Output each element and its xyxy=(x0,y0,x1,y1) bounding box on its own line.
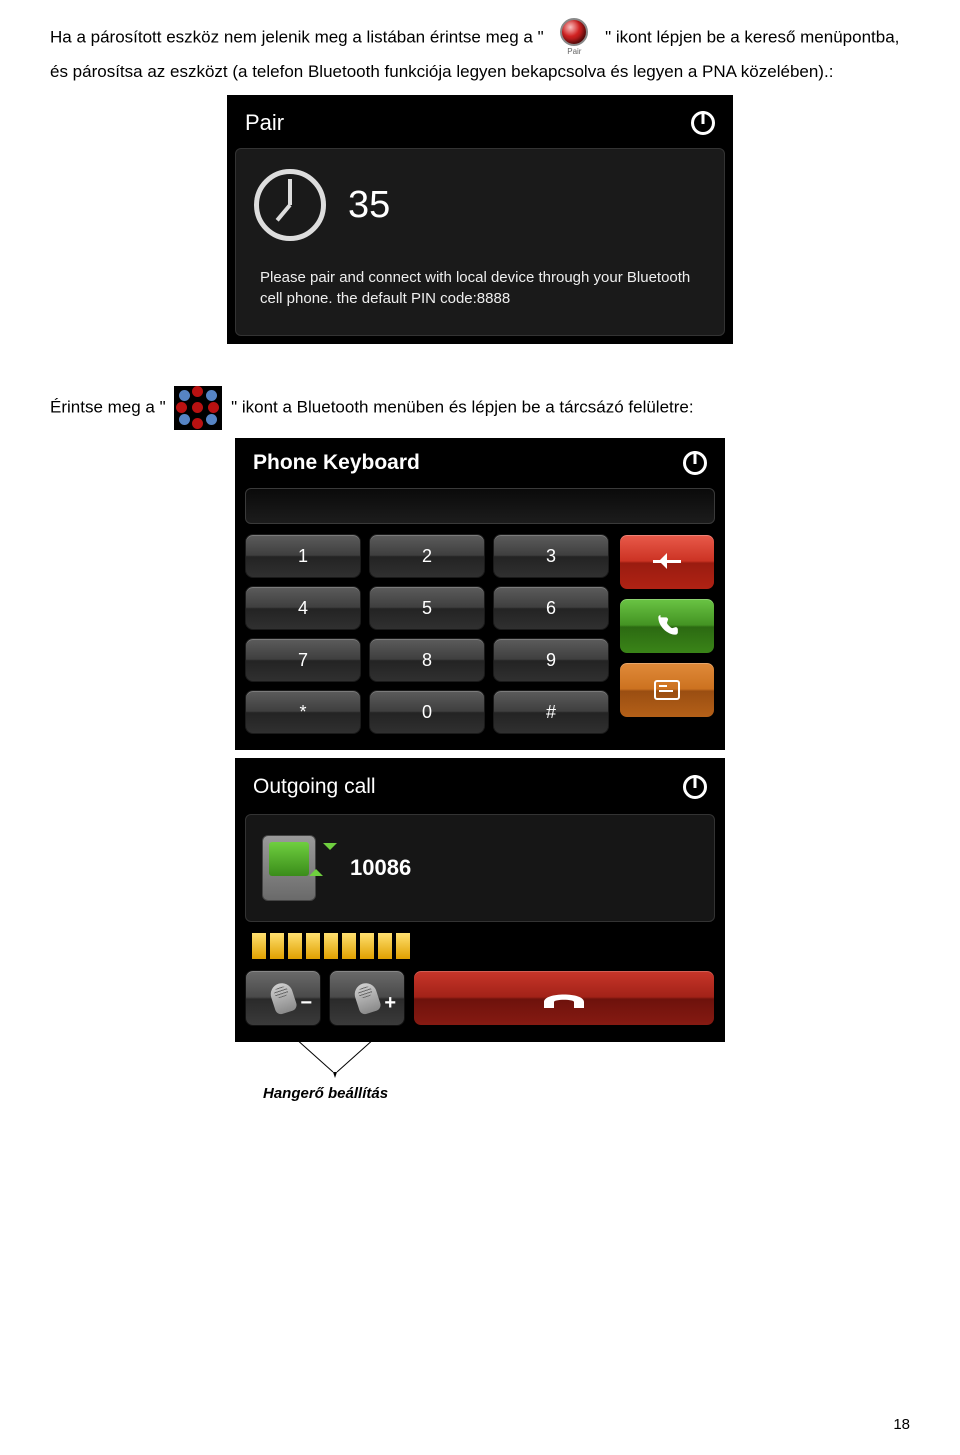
clock-icon xyxy=(254,169,326,241)
pair-title: Pair xyxy=(245,105,284,140)
device-icon xyxy=(262,835,316,901)
dialer-icon xyxy=(174,386,222,430)
volume-up-button[interactable]: + xyxy=(329,970,405,1026)
key-0[interactable]: 0 xyxy=(369,690,485,734)
intro-paragraph-2: Érintse meg a " " ikont a Bluetooth menü… xyxy=(50,386,910,430)
number-display xyxy=(245,488,715,524)
outgoing-call-screenshot: Outgoing call 10086 − + xyxy=(235,758,725,1042)
para1-before: Ha a párosított eszköz nem jelenik meg a… xyxy=(50,27,544,46)
volume-arrow-annotation xyxy=(235,1042,725,1082)
signal-bar xyxy=(341,932,357,960)
page-number: 18 xyxy=(893,1413,910,1437)
key-5[interactable]: 5 xyxy=(369,586,485,630)
backspace-button[interactable] xyxy=(619,534,715,590)
outgoing-number: 10086 xyxy=(350,850,411,885)
key-9[interactable]: 9 xyxy=(493,638,609,682)
key-7[interactable]: 7 xyxy=(245,638,361,682)
arrow-left-icon xyxy=(653,560,681,563)
signal-bar xyxy=(305,932,321,960)
key-6[interactable]: 6 xyxy=(493,586,609,630)
contacts-icon xyxy=(654,680,680,700)
signal-bar xyxy=(251,932,267,960)
microphone-icon xyxy=(268,980,298,1015)
signal-bar xyxy=(269,932,285,960)
keyboard-screenshot: Phone Keyboard 123 456 789 *0# xyxy=(235,438,725,750)
key-8[interactable]: 8 xyxy=(369,638,485,682)
volume-down-button[interactable]: − xyxy=(245,970,321,1026)
para2-after: " ikont a Bluetooth menüben és lépjen be… xyxy=(231,398,694,417)
key-#[interactable]: # xyxy=(493,690,609,734)
pair-countdown: 35 xyxy=(348,175,390,236)
signal-bar xyxy=(359,932,375,960)
pair-screenshot: Pair 35 Please pair and connect with loc… xyxy=(227,95,733,344)
contacts-button[interactable] xyxy=(619,662,715,718)
phone-icon xyxy=(654,613,680,639)
para2-before: Érintse meg a " xyxy=(50,398,166,417)
microphone-icon xyxy=(352,980,382,1015)
call-button[interactable] xyxy=(619,598,715,654)
keypad: 123 456 789 *0# xyxy=(245,534,609,734)
power-icon[interactable] xyxy=(691,111,715,135)
keyboard-title: Phone Keyboard xyxy=(253,446,420,480)
pair-instruction: Please pair and connect with local devic… xyxy=(254,267,706,309)
key-3[interactable]: 3 xyxy=(493,534,609,578)
intro-paragraph-1: Ha a párosított eszköz nem jelenik meg a… xyxy=(50,18,910,85)
power-icon[interactable] xyxy=(683,451,707,475)
outgoing-title: Outgoing call xyxy=(253,770,376,804)
power-icon[interactable] xyxy=(683,775,707,799)
key-1[interactable]: 1 xyxy=(245,534,361,578)
key-*[interactable]: * xyxy=(245,690,361,734)
signal-bar xyxy=(377,932,393,960)
key-2[interactable]: 2 xyxy=(369,534,485,578)
signal-bar xyxy=(395,932,411,960)
key-4[interactable]: 4 xyxy=(245,586,361,630)
pair-panel: 35 Please pair and connect with local de… xyxy=(235,148,725,336)
volume-label: Hangerő beállítás xyxy=(235,1082,725,1106)
pair-icon: Pair xyxy=(552,18,596,58)
hangup-icon xyxy=(540,982,588,1014)
signal-bars xyxy=(251,932,715,960)
hangup-button[interactable] xyxy=(413,970,715,1026)
signal-bar xyxy=(287,932,303,960)
signal-bar xyxy=(323,932,339,960)
outgoing-panel: 10086 xyxy=(245,814,715,922)
